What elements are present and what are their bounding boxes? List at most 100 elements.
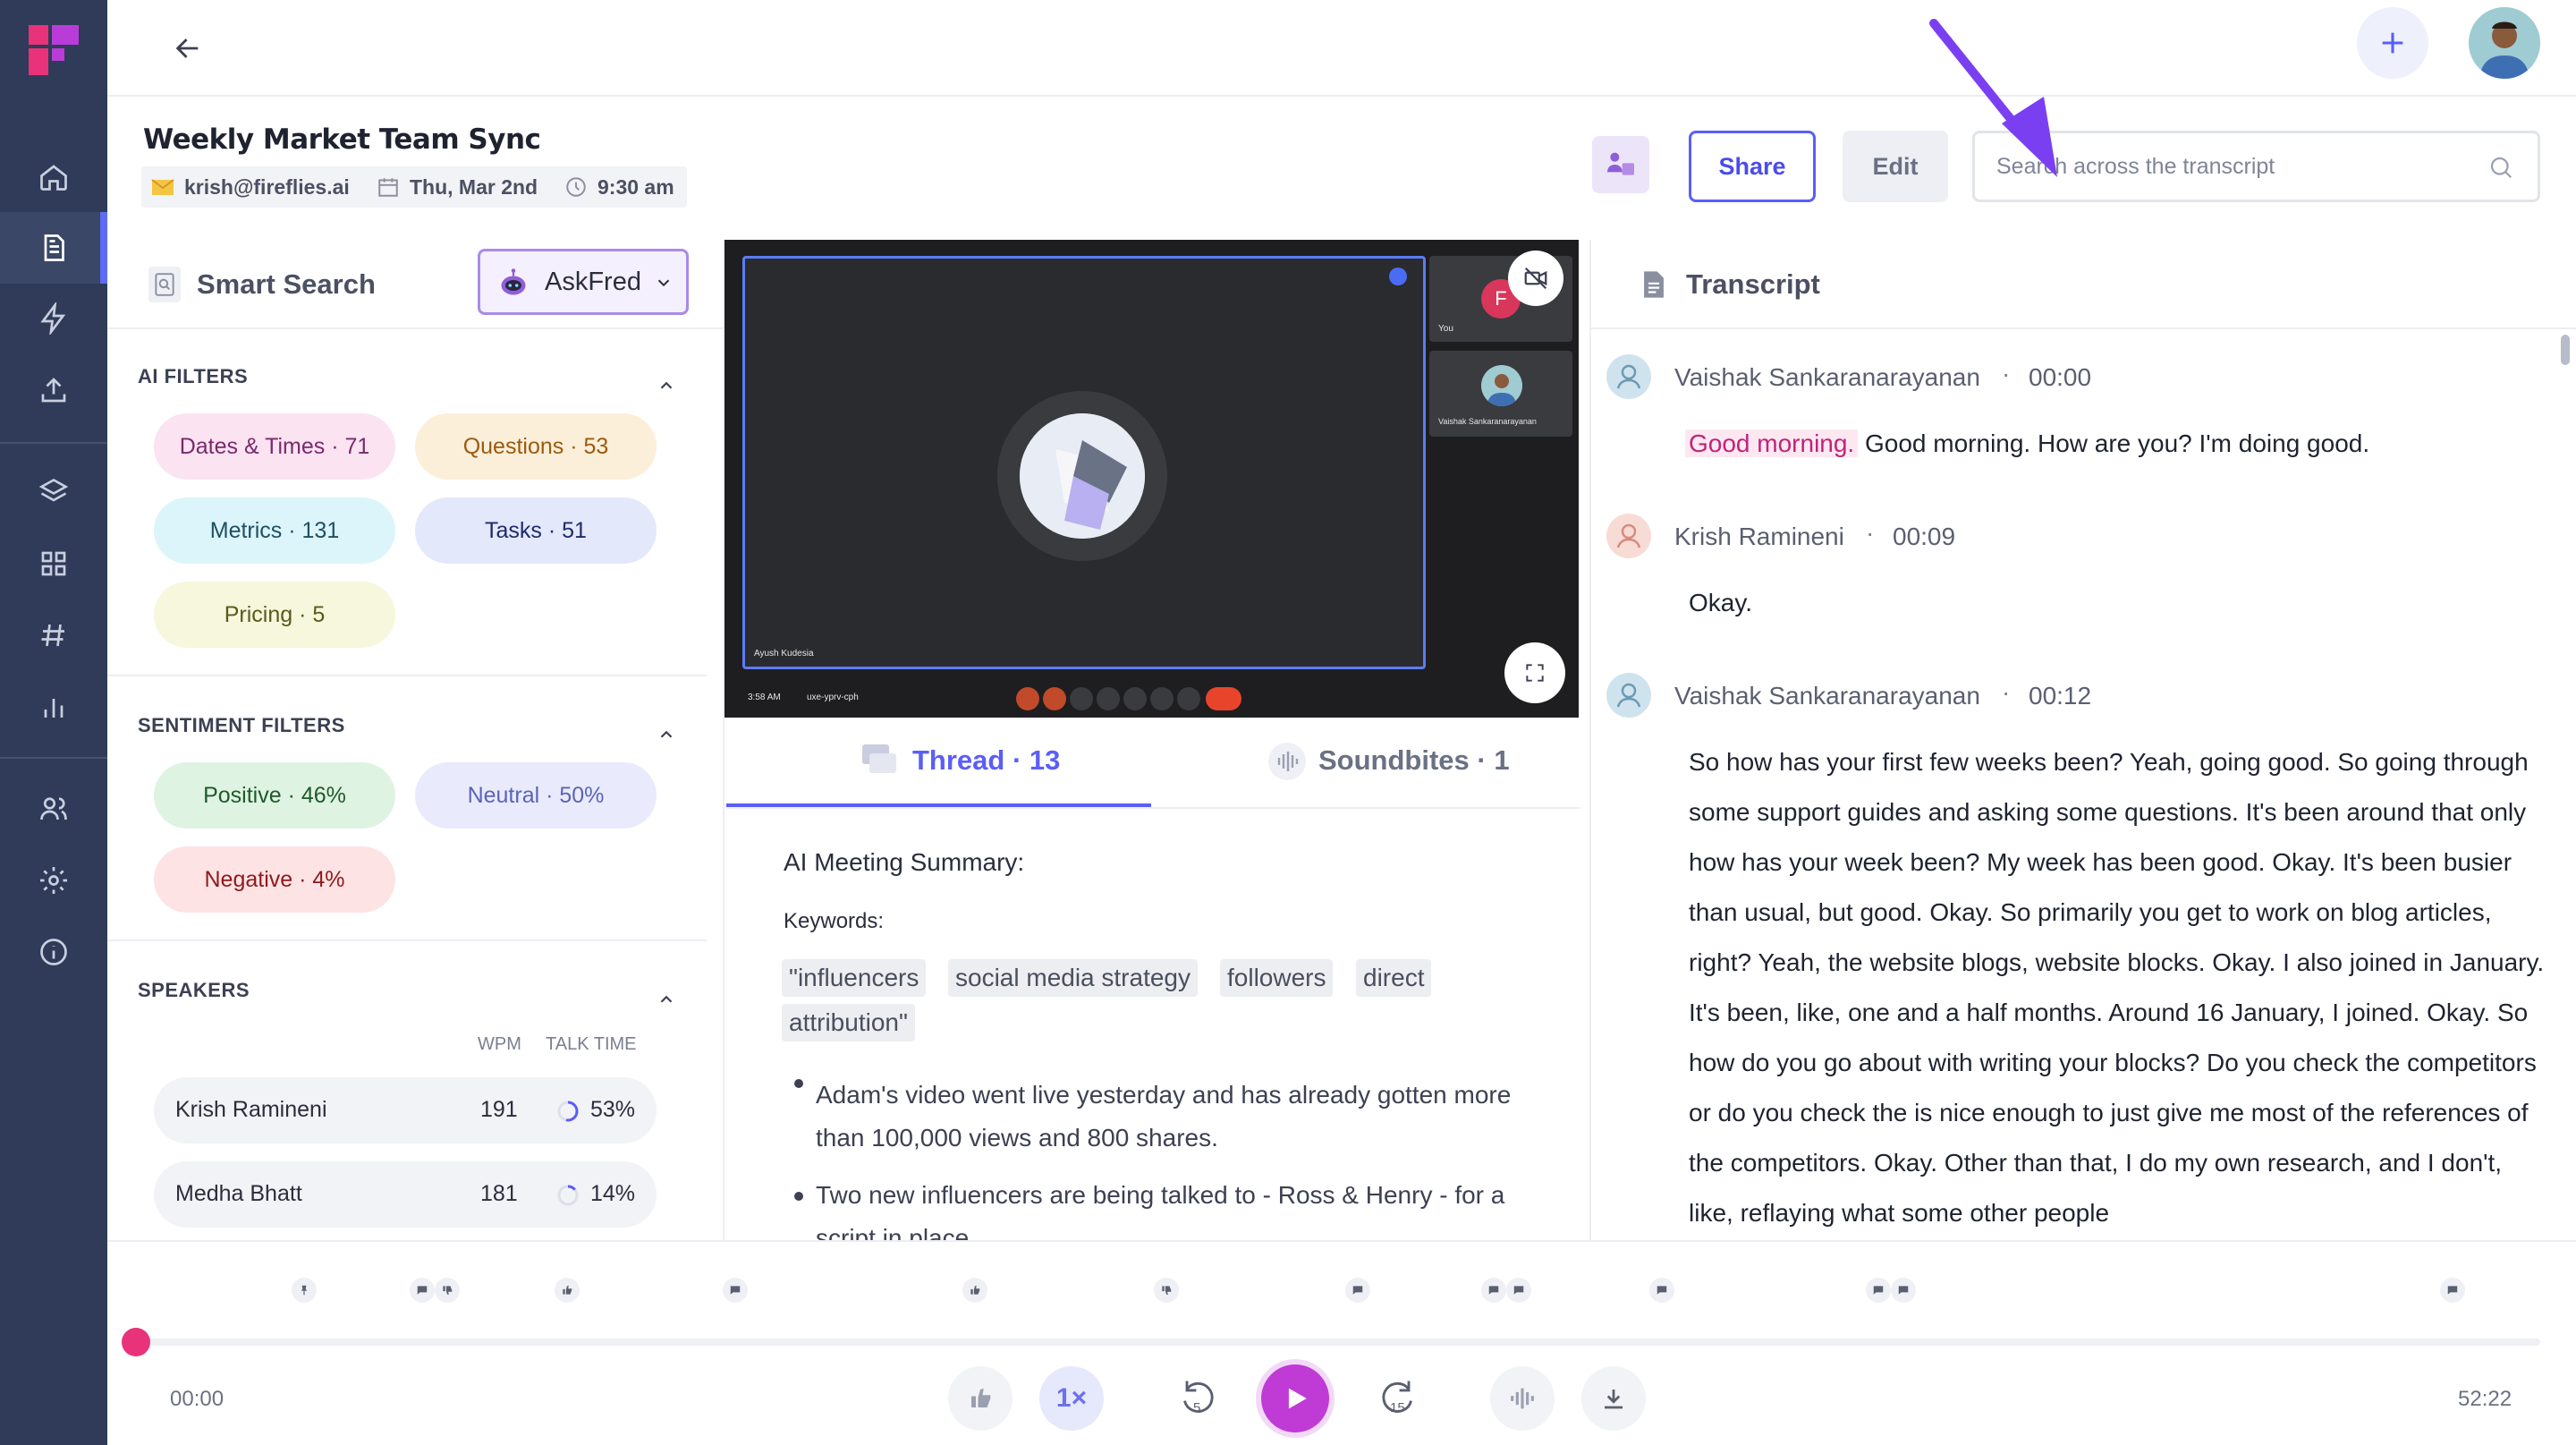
hashtag-icon	[34, 616, 73, 655]
speaker-wpm: 181	[480, 1181, 518, 1206]
comment-marker-icon[interactable]	[1481, 1278, 1506, 1303]
comment-marker-icon[interactable]	[1891, 1278, 1916, 1303]
pin-marker-icon[interactable]	[292, 1278, 317, 1303]
speaker-row[interactable]: Krish Ramineni 191 53%	[154, 1077, 657, 1143]
meet-toolbar: 3:58 AM uxe-yprv-cph	[724, 680, 1579, 718]
chevron-up-icon[interactable]	[653, 721, 680, 748]
camera-off-button[interactable]	[1508, 251, 1563, 306]
sidebar-item-topics[interactable]	[0, 456, 107, 528]
speed-button[interactable]: 1×	[1039, 1366, 1104, 1431]
speaker-view-button[interactable]	[1592, 136, 1649, 193]
sidebar-item-settings[interactable]	[0, 845, 107, 916]
comment-marker-icon[interactable]	[1866, 1278, 1891, 1303]
filter-chip-positive[interactable]: Positive · 46%	[154, 762, 395, 829]
transcript-speaker[interactable]: Vaishak Sankaranarayanan	[1674, 363, 1980, 392]
meet-code: uxe-yprv-cph	[807, 693, 859, 702]
keyword-chip[interactable]: social media strategy	[948, 959, 1199, 997]
comment-marker-icon[interactable]	[723, 1278, 748, 1303]
smart-search-icon	[148, 267, 181, 302]
comment-marker-icon[interactable]	[1345, 1278, 1370, 1303]
more-icon	[1177, 687, 1200, 710]
captions-icon	[1070, 687, 1093, 710]
filter-chip-metrics[interactable]: Metrics · 131	[154, 497, 395, 564]
back-arrow-icon[interactable]	[161, 21, 215, 75]
progress-thumb[interactable]	[122, 1328, 150, 1356]
transcript-timestamp[interactable]: 00:09	[1893, 523, 1955, 551]
speakers-heading: SPEAKERS	[138, 979, 250, 1001]
sidebar	[0, 0, 107, 1445]
home-icon	[34, 157, 73, 197]
transcript-speaker[interactable]: Krish Ramineni	[1674, 523, 1844, 551]
sidebar-item-upload[interactable]	[0, 354, 107, 426]
transcript-text: Okay.	[1689, 589, 1753, 616]
add-button[interactable]	[2357, 7, 2428, 79]
thumbs-down-marker-icon[interactable]	[435, 1278, 460, 1303]
transcript-highlight[interactable]: Good morning.	[1685, 429, 1859, 457]
annotation-arrow	[1929, 19, 2057, 177]
keyword-chip[interactable]: direct	[1356, 959, 1432, 997]
transcript-scrollbar[interactable]	[2561, 335, 2570, 365]
divider	[1591, 327, 2576, 329]
sidebar-item-apps[interactable]	[0, 528, 107, 599]
filter-chip-tasks[interactable]: Tasks · 51	[415, 497, 657, 564]
filter-chip-pricing[interactable]: Pricing · 5	[154, 582, 395, 648]
marker-track	[0, 1278, 2576, 1305]
comment-marker-icon[interactable]	[1649, 1278, 1674, 1303]
sidebar-item-integrations[interactable]	[0, 283, 107, 354]
sidebar-item-team[interactable]	[0, 773, 107, 845]
calendar-icon	[376, 174, 401, 200]
download-button[interactable]	[1581, 1366, 1646, 1431]
dot-separator: ·	[2002, 360, 2011, 387]
progress-track[interactable]	[122, 1328, 2540, 1356]
speaker-row[interactable]: Medha Bhatt 181 14%	[154, 1161, 657, 1228]
download-icon	[1605, 1390, 1623, 1409]
speaker-avatar	[1606, 673, 1651, 718]
emoji-icon	[1123, 687, 1147, 710]
video-player[interactable]: Ayush Kudesia F You Vaishak Sankaranaray…	[724, 240, 1579, 718]
share-button[interactable]: Share	[1689, 131, 1816, 202]
comment-marker-icon[interactable]	[2440, 1278, 2465, 1303]
participant-avatar	[1481, 365, 1522, 406]
play-button[interactable]	[1261, 1364, 1329, 1432]
speaker-name: Krish Ramineni	[175, 1097, 327, 1122]
filter-chip-neutral[interactable]: Neutral · 50%	[415, 762, 657, 829]
thumbs-up-marker-icon[interactable]	[555, 1278, 580, 1303]
fireflies-logo[interactable]	[21, 18, 86, 82]
askfred-dropdown[interactable]: AskFred	[478, 249, 689, 315]
filter-chip-dates-times[interactable]: Dates & Times · 71	[154, 413, 395, 480]
forward-button[interactable]: 15	[1365, 1366, 1429, 1431]
keywords-label: Keywords:	[784, 909, 885, 933]
comment-marker-icon[interactable]	[1506, 1278, 1531, 1303]
tab-thread[interactable]: Thread · 13	[912, 744, 1060, 777]
user-avatar[interactable]	[2469, 7, 2540, 79]
keyword-chip[interactable]: "influencers	[782, 959, 927, 997]
dot-separator: ·	[2002, 678, 2011, 706]
sidebar-item-analytics[interactable]	[0, 671, 107, 743]
thumbs-up-marker-icon[interactable]	[962, 1278, 987, 1303]
rewind-button[interactable]: 5	[1166, 1366, 1231, 1431]
thumbs-up-button[interactable]	[948, 1366, 1013, 1431]
document-icon	[34, 228, 73, 268]
sidebar-item-help[interactable]	[0, 916, 107, 988]
keyword-chip[interactable]: attribution"	[782, 1004, 915, 1041]
divider	[107, 675, 707, 676]
comment-marker-icon[interactable]	[410, 1278, 435, 1303]
transcript-timestamp[interactable]: 00:00	[2029, 363, 2091, 392]
transcript-speaker[interactable]: Vaishak Sankaranarayanan	[1674, 682, 1980, 710]
sidebar-item-channels[interactable]	[0, 599, 107, 671]
filter-chip-questions[interactable]: Questions · 53	[415, 413, 657, 480]
search-icon[interactable]	[2485, 151, 2517, 183]
filter-chip-negative[interactable]: Negative · 4%	[154, 846, 395, 913]
dot-separator: ·	[1866, 519, 1875, 547]
chevron-up-icon[interactable]	[653, 986, 680, 1013]
transcript-timestamp[interactable]: 00:12	[2029, 682, 2091, 710]
soundbite-button[interactable]	[1490, 1366, 1555, 1431]
fullscreen-button[interactable]	[1504, 642, 1565, 703]
sidebar-item-home[interactable]	[0, 141, 107, 213]
keyword-chip[interactable]: followers	[1220, 959, 1334, 997]
tab-soundbites[interactable]: Soundbites · 1	[1318, 744, 1510, 777]
chevron-up-icon[interactable]	[653, 372, 680, 399]
sidebar-item-notebook[interactable]	[0, 212, 107, 284]
wpm-header: WPM	[478, 1034, 521, 1054]
thumbs-down-marker-icon[interactable]	[1154, 1278, 1179, 1303]
